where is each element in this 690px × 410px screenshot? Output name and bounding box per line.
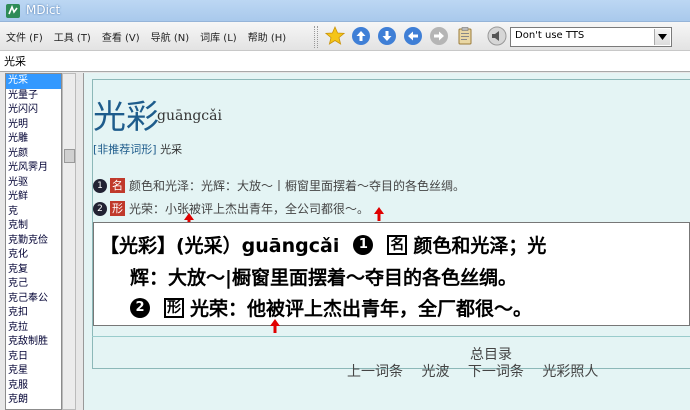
- sense-1: 1 名 颜色和光泽：光辉：大放～丨橱窗里面摆着～夺目的各色丝绸。: [93, 177, 465, 194]
- mdict-window: MDict 文件 (F) 工具 (T) 查看 (V) 导航 (N) 词库 (L)…: [0, 0, 690, 410]
- menu-tools[interactable]: 工具 (T): [54, 29, 91, 44]
- word-list-scrollbar[interactable]: [62, 73, 76, 410]
- next-entry-link[interactable]: 光彩照人: [542, 364, 598, 380]
- sense-2: 2 形 光荣：小张被评上杰出青年，全公司都很～。: [93, 200, 369, 217]
- print-line-3: 2 形 光荣：他被评上杰出青年，全厂都很～。: [130, 294, 532, 321]
- red-arrow-marker: [374, 207, 384, 221]
- star-icon[interactable]: [325, 26, 345, 46]
- next-entry-label: 下一词条: [467, 364, 524, 380]
- clipboard-icon[interactable]: [455, 26, 475, 46]
- chevron-down-icon: [658, 34, 667, 40]
- search-bar: [0, 51, 690, 72]
- menu-bar: 文件 (F) 工具 (T) 查看 (V) 导航 (N) 词库 (L) 帮助 (H…: [6, 29, 297, 44]
- list-item[interactable]: 克制: [6, 219, 61, 234]
- back-icon[interactable]: [403, 26, 423, 46]
- list-item[interactable]: 光雕: [6, 132, 61, 147]
- list-item[interactable]: 克扣: [6, 306, 61, 321]
- window-title: MDict: [26, 3, 61, 17]
- print-sense-number: 2: [130, 297, 150, 318]
- sense-text: 颜色和光泽：光辉：大放～丨橱窗里面摆着～夺目的各色丝绸。: [129, 179, 466, 193]
- print-pos-box: 形: [164, 297, 184, 318]
- tts-select[interactable]: Don't use TTS: [510, 27, 672, 47]
- list-item[interactable]: 光闪闪: [6, 103, 61, 118]
- list-item[interactable]: 克己: [6, 277, 61, 292]
- print-pos-box: 名: [387, 234, 408, 255]
- up-arrow-icon[interactable]: [351, 26, 371, 46]
- red-arrow-marker: [270, 319, 280, 333]
- pinyin: guāngcǎi: [157, 108, 222, 124]
- print-head: 【光彩】(光采）guāngcǎi: [100, 235, 340, 257]
- list-item[interactable]: 克敌制胜: [6, 335, 61, 350]
- print-text: 颜色和光泽；光: [413, 235, 547, 257]
- menu-help[interactable]: 帮助 (H): [248, 29, 287, 44]
- print-text: 辉：大放～|橱窗里面摆着～夺目的各色丝绸。: [130, 267, 517, 289]
- menu-library[interactable]: 词库 (L): [200, 29, 237, 44]
- previous-entry-link[interactable]: 光波: [421, 364, 449, 380]
- print-line-2: 辉：大放～|橱窗里面摆着～夺目的各色丝绸。: [130, 263, 517, 290]
- title-bar: MDict: [0, 0, 690, 22]
- sense-text: 光荣：小张被评上杰出青年，全公司都很～。: [129, 202, 370, 216]
- tts-select-value: Don't use TTS: [515, 30, 585, 41]
- list-item[interactable]: 克服: [6, 379, 61, 394]
- list-item[interactable]: 克勤克俭: [6, 234, 61, 249]
- previous-entry-label: 上一词条: [347, 364, 403, 380]
- list-item-selected[interactable]: 光采: [6, 74, 61, 89]
- list-item[interactable]: 克朗: [6, 393, 61, 408]
- divider: [92, 336, 690, 337]
- print-text: 光荣：他被评上杰出青年，全厂都很～。: [190, 298, 533, 320]
- word-list[interactable]: 光采 光量子 光闪闪 光明 光雕 光颜 光风霁月 光驱 光鲜 克 克制 克勤克俭…: [5, 73, 62, 410]
- tts-dropdown-button[interactable]: [654, 29, 670, 45]
- print-line-1: 【光彩】(光采）guāngcǎi 1 名 颜色和光泽；光: [100, 231, 546, 258]
- speaker-icon[interactable]: [487, 26, 507, 46]
- list-item[interactable]: 克星: [6, 364, 61, 379]
- search-input[interactable]: [4, 53, 684, 69]
- toolbar-separator: [314, 26, 318, 48]
- menu-navigate[interactable]: 导航 (N): [151, 29, 189, 44]
- print-dictionary-scan: 【光彩】(光采）guāngcǎi 1 名 颜色和光泽；光 辉：大放～|橱窗里面摆…: [93, 222, 690, 326]
- list-item[interactable]: 克: [6, 205, 61, 220]
- list-item[interactable]: 光鲜: [6, 190, 61, 205]
- variant-form: [非推荐词形] 光采: [93, 141, 182, 157]
- entry-navigation: 上一词条 光波 下一词条 光彩照人: [347, 361, 612, 381]
- forward-icon[interactable]: [429, 26, 449, 46]
- part-of-speech-tag: 名: [110, 178, 125, 193]
- print-sense-number: 1: [353, 234, 374, 255]
- mdict-app-icon: [6, 4, 20, 18]
- variant-word[interactable]: 光采: [160, 143, 182, 156]
- list-item[interactable]: 光颜: [6, 147, 61, 162]
- down-arrow-icon[interactable]: [377, 26, 397, 46]
- sense-number-badge: 1: [93, 178, 107, 193]
- list-item[interactable]: 克拉: [6, 321, 61, 336]
- scrollbar-thumb[interactable]: [64, 149, 75, 163]
- list-item[interactable]: 克己奉公: [6, 292, 61, 307]
- part-of-speech-tag: 形: [110, 201, 125, 216]
- list-item[interactable]: 光风霁月: [6, 161, 61, 176]
- headword: 光彩: [93, 97, 159, 136]
- list-item[interactable]: 光量子: [6, 89, 61, 104]
- sense-number-badge: 2: [93, 201, 107, 216]
- toolbar: 文件 (F) 工具 (T) 查看 (V) 导航 (N) 词库 (L) 帮助 (H…: [0, 22, 690, 51]
- list-item[interactable]: 光明: [6, 118, 61, 133]
- menu-view[interactable]: 查看 (V): [102, 29, 140, 44]
- list-item[interactable]: 克复: [6, 263, 61, 278]
- menu-file[interactable]: 文件 (F): [6, 29, 43, 44]
- variant-tag: [非推荐词形]: [93, 143, 157, 156]
- list-item[interactable]: 克化: [6, 248, 61, 263]
- list-item[interactable]: 克日: [6, 350, 61, 365]
- list-item[interactable]: 光驱: [6, 176, 61, 191]
